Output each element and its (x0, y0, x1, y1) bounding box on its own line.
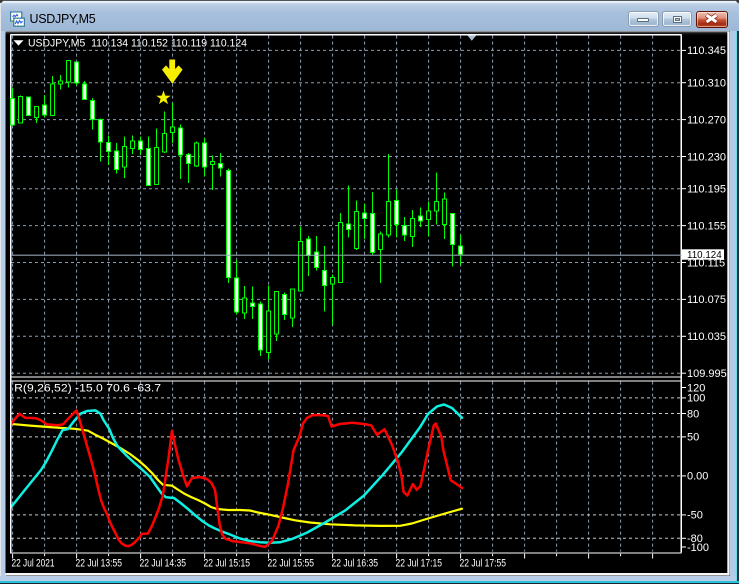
svg-text:-50: -50 (687, 510, 703, 522)
svg-text:110.310: 110.310 (687, 78, 726, 90)
svg-text:110.270: 110.270 (687, 114, 726, 126)
svg-text:22 Jul 17:15: 22 Jul 17:15 (396, 557, 443, 569)
svg-text:110.195: 110.195 (687, 184, 726, 196)
svg-text:110.345: 110.345 (687, 45, 726, 57)
svg-text:22 Jul 2021: 22 Jul 2021 (12, 557, 55, 569)
svg-text:22 Jul 15:55: 22 Jul 15:55 (268, 557, 315, 569)
svg-text:22 Jul 13:55: 22 Jul 13:55 (76, 557, 123, 569)
svg-text:0.00: 0.00 (687, 471, 708, 483)
svg-text:110.075: 110.075 (687, 294, 726, 306)
svg-text:USDJPY,M5 110.134 110.152 110: USDJPY,M5 110.134 110.152 110.119 110.12… (28, 38, 247, 50)
svg-text:80: 80 (687, 408, 699, 420)
svg-text:22 Jul 17:55: 22 Jul 17:55 (460, 557, 507, 569)
svg-text:22 Jul 16:35: 22 Jul 16:35 (332, 557, 379, 569)
svg-text:22 Jul 15:15: 22 Jul 15:15 (204, 557, 251, 569)
svg-text:110.155: 110.155 (687, 220, 726, 232)
svg-text:50: 50 (687, 432, 699, 444)
svg-text:109.995: 109.995 (687, 368, 727, 380)
svg-text:22 Jul 14:35: 22 Jul 14:35 (140, 557, 187, 569)
svg-text:110.230: 110.230 (687, 151, 726, 163)
svg-text:-100: -100 (687, 542, 709, 554)
svg-text:100: 100 (687, 393, 705, 405)
svg-text:110.115: 110.115 (687, 257, 725, 269)
svg-text:R(9,26,52) -15.0 70.6 -63.7: R(9,26,52) -15.0 70.6 -63.7 (14, 382, 161, 394)
svg-text:110.035: 110.035 (687, 331, 726, 343)
